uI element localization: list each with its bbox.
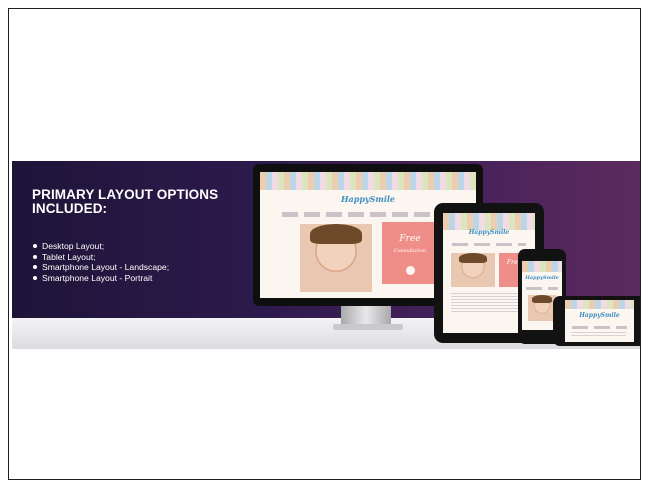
text-block	[571, 332, 626, 338]
child-photo	[451, 253, 495, 287]
circle-arrow-icon	[406, 266, 415, 275]
child-photo	[528, 295, 556, 321]
banner-heading: PRIMARY LAYOUT OPTIONS INCLUDED:	[32, 187, 219, 216]
promo-banner: PRIMARY LAYOUT OPTIONS INCLUDED: Desktop…	[12, 161, 640, 349]
slide-frame: PRIMARY LAYOUT OPTIONS INCLUDED: Desktop…	[8, 8, 641, 480]
phone-landscape-site-preview: HappySmile	[565, 300, 634, 342]
text-block	[451, 293, 527, 313]
site-nav	[526, 287, 558, 290]
toy-banner-strip	[443, 213, 535, 230]
site-logo: HappySmile	[468, 229, 510, 236]
monitor-stand-base	[333, 324, 403, 330]
list-item: Tablet Layout;	[32, 252, 169, 263]
promo-subtitle: Consultation	[393, 248, 427, 254]
promo-card: Free Consultation	[382, 222, 438, 284]
smartphone-landscape-image: HappySmile	[553, 296, 640, 346]
monitor-stand	[341, 306, 391, 326]
layout-options-list: Desktop Layout; Tablet Layout; Smartphon…	[32, 241, 169, 283]
toy-banner-strip	[260, 172, 476, 190]
toy-banner-strip	[522, 261, 562, 273]
child-photo	[300, 224, 372, 292]
site-nav	[281, 212, 455, 217]
site-nav	[571, 326, 628, 329]
site-nav	[452, 243, 526, 246]
promo-title: Free	[399, 234, 421, 244]
site-logo: HappySmile	[525, 275, 559, 281]
list-item: Smartphone Layout - Portrait	[32, 273, 169, 284]
toy-banner-strip	[565, 300, 634, 310]
list-item: Smartphone Layout - Landscape;	[32, 262, 169, 273]
site-logo: HappySmile	[579, 312, 620, 319]
list-item: Desktop Layout;	[32, 241, 169, 252]
